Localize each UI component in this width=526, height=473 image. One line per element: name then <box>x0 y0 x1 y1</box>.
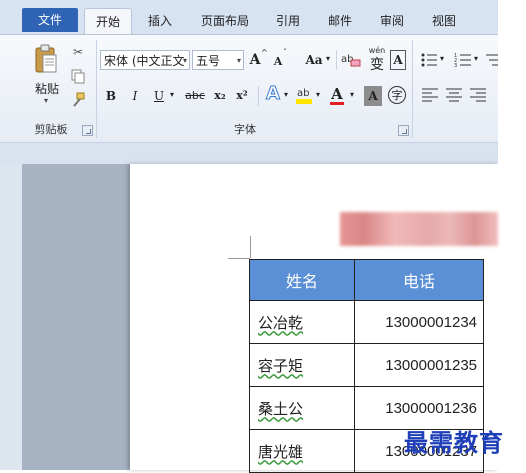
watermark-logo: 最需教育 <box>404 428 504 457</box>
chevron-down-icon[interactable]: ▾ <box>350 90 354 99</box>
svg-text:ab: ab <box>297 88 309 99</box>
numbering-icon[interactable]: 1 2 3 <box>454 52 472 68</box>
clipboard-group-label: 剪贴板 <box>34 123 68 136</box>
chevron-down-icon[interactable]: ▾ <box>316 90 320 99</box>
tab-review[interactable]: 审阅 <box>372 8 412 34</box>
font-size-combo[interactable]: 五号 ▾ <box>192 50 244 70</box>
font-size-value: 五号 <box>196 54 221 68</box>
font-color-button[interactable]: A <box>328 84 346 104</box>
highlight-icon[interactable]: ab <box>294 84 314 106</box>
group-separator <box>258 86 259 106</box>
cut-icon[interactable]: ✂ <box>70 44 86 60</box>
cell-name[interactable]: 容子矩 <box>249 343 355 387</box>
character-shading-button[interactable]: A <box>364 86 382 106</box>
chevron-down-icon[interactable]: ▾ <box>284 90 288 99</box>
clear-formatting-icon[interactable]: ab <box>340 50 362 70</box>
clipboard-dialog-launcher[interactable] <box>82 125 93 136</box>
vertical-ruler <box>0 164 23 470</box>
tab-file[interactable]: 文件 <box>22 8 78 32</box>
strikethrough-button[interactable]: abc <box>182 86 208 106</box>
grow-font-button[interactable]: A <box>248 50 262 70</box>
table-row: 公冶乾 13000001234 <box>249 300 484 344</box>
change-case-button[interactable]: Aa <box>302 50 326 70</box>
right-edge-strip <box>498 0 526 470</box>
header-cell-name[interactable]: 姓名 <box>249 259 355 301</box>
margin-marker-horizontal <box>228 258 250 259</box>
tab-view[interactable]: 视图 <box>424 8 464 34</box>
align-right-icon[interactable] <box>470 88 486 102</box>
shrink-arrow-icon: ˇ <box>283 48 287 57</box>
margin-marker-vertical <box>250 236 251 258</box>
phonetic-guide-icon[interactable]: 变 <box>366 54 388 74</box>
group-separator <box>96 40 97 138</box>
multilevel-list-icon[interactable] <box>486 52 498 68</box>
enclose-characters-button[interactable]: 字 <box>388 86 406 104</box>
tab-references[interactable]: 引用 <box>268 8 308 34</box>
font-name-combo[interactable]: 宋体 (中文正文 ▾ <box>100 50 190 70</box>
table-row: 容子矩 13000001235 <box>249 343 484 387</box>
tab-page-layout[interactable]: 页面布局 <box>192 8 258 34</box>
chevron-down-icon[interactable]: ▾ <box>170 90 174 99</box>
font-name-value: 宋体 (中文正文 <box>104 54 185 68</box>
cell-name[interactable]: 桑土公 <box>249 386 355 430</box>
italic-button[interactable]: I <box>126 86 144 106</box>
text-effect-button[interactable]: A <box>264 83 282 104</box>
cell-phone[interactable]: 13000001235 <box>354 343 484 387</box>
align-left-icon[interactable] <box>422 88 438 102</box>
bullets-icon[interactable] <box>420 52 438 68</box>
chevron-down-icon: ▾ <box>236 56 241 65</box>
group-separator <box>336 50 337 70</box>
superscript-button[interactable]: x² <box>232 86 252 106</box>
ribbon-bottom-band <box>0 142 526 165</box>
bold-button[interactable]: B <box>102 86 120 106</box>
chevron-down-icon[interactable]: ▾ <box>326 54 330 63</box>
cell-name[interactable]: 唐光雄 <box>249 429 355 473</box>
header-cell-phone[interactable]: 电话 <box>354 259 484 301</box>
chevron-down-icon[interactable]: ▾ <box>440 54 444 63</box>
cell-phone[interactable]: 13000001234 <box>354 300 484 344</box>
group-separator <box>412 40 413 138</box>
paste-icon[interactable] <box>34 44 58 74</box>
cell-name[interactable]: 公冶乾 <box>249 300 355 344</box>
character-border-button[interactable]: A <box>390 50 406 70</box>
font-dialog-launcher[interactable] <box>398 125 409 136</box>
redacted-content <box>340 212 498 246</box>
align-center-icon[interactable] <box>446 88 462 102</box>
font-group-label: 字体 <box>234 123 256 136</box>
grow-arrow-icon: ^ <box>261 48 268 57</box>
copy-icon[interactable] <box>70 68 86 84</box>
svg-text:3: 3 <box>454 63 457 68</box>
font-color-bar <box>330 102 344 105</box>
subscript-button[interactable]: x₂ <box>210 86 230 106</box>
tab-insert[interactable]: 插入 <box>140 8 180 34</box>
underline-button[interactable]: U <box>150 86 168 106</box>
chevron-down-icon[interactable]: ▾ <box>474 54 478 63</box>
format-painter-icon[interactable] <box>70 92 86 108</box>
paste-button-label[interactable]: 粘贴 <box>30 80 64 97</box>
tab-mailings[interactable]: 邮件 <box>320 8 360 34</box>
paste-dropdown-caret[interactable]: ▾ <box>42 96 50 105</box>
chevron-down-icon: ▾ <box>182 56 187 65</box>
tab-home[interactable]: 开始 <box>84 8 132 35</box>
table-header-row: 姓名 电话 <box>249 259 484 301</box>
